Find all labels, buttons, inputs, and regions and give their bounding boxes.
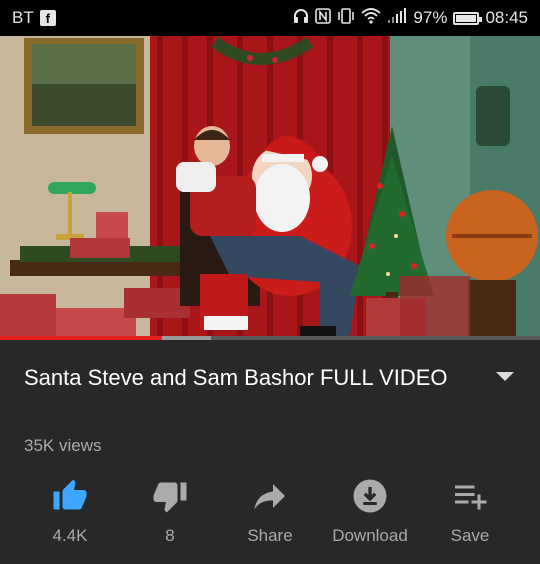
facebook-notification-icon: f <box>39 10 56 26</box>
headphones-icon <box>293 8 309 29</box>
video-info-panel: Santa Steve and Sam Bashor FULL VIDEO 35… <box>0 340 540 564</box>
thumbs-down-icon <box>153 482 187 513</box>
dislike-button[interactable]: 8 <box>120 474 220 554</box>
download-button[interactable]: Download <box>320 474 420 554</box>
like-button[interactable]: 4.4K <box>20 474 120 554</box>
carrier-label: BT <box>12 8 34 27</box>
battery-icon <box>453 11 483 25</box>
download-label: Download <box>332 526 408 545</box>
expand-description-chevron-down-icon[interactable] <box>496 372 514 381</box>
download-icon <box>353 479 387 513</box>
clock: 08:45 <box>485 8 528 27</box>
battery-percent: 97% <box>413 8 448 27</box>
status-bar: BT f 97% 08:45 <box>0 0 540 36</box>
thumbs-up-icon <box>53 479 87 510</box>
view-count: 35K views <box>24 436 102 455</box>
playlist-add-icon <box>455 485 487 510</box>
save-label: Save <box>450 526 490 545</box>
video-frame <box>0 36 540 340</box>
like-count: 4.4K <box>52 526 88 545</box>
save-button[interactable]: Save <box>420 474 520 554</box>
vibrate-icon <box>337 7 355 29</box>
dislike-count: 8 <box>165 526 175 545</box>
video-player[interactable] <box>0 36 540 340</box>
signal-icon <box>387 7 407 29</box>
share-label: Share <box>247 526 293 545</box>
nfc-icon <box>315 7 332 29</box>
video-title[interactable]: Santa Steve and Sam Bashor FULL VIDEO <box>24 362 464 394</box>
share-icon <box>254 484 285 510</box>
action-bar: 4.4K 8 Share Download Save <box>20 474 520 554</box>
wifi-icon <box>361 7 382 29</box>
share-button[interactable]: Share <box>220 474 320 554</box>
